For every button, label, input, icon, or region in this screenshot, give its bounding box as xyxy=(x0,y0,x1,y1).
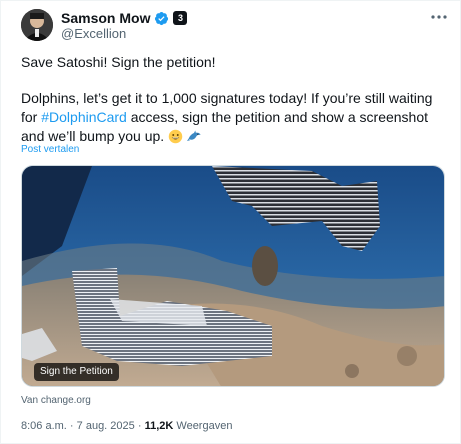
tweet-date[interactable]: 7 aug. 2025 xyxy=(77,420,135,432)
card-photo xyxy=(22,166,444,386)
meta-separator-2: · xyxy=(137,420,142,432)
author-name-row: Samson Mow 3 xyxy=(61,10,188,26)
more-options-icon[interactable] xyxy=(429,7,449,27)
views-label: Weergaven xyxy=(176,420,233,432)
grinning-face-icon xyxy=(168,129,183,144)
tweet-line-1: Save Satoshi! Sign the petition! xyxy=(21,54,216,70)
link-card[interactable]: Sign the Petition xyxy=(21,165,445,387)
hashtag-link[interactable]: #DolphinCard xyxy=(41,109,127,125)
tweet-text: Save Satoshi! Sign the petition! Dolphin… xyxy=(21,53,447,146)
tweet-time[interactable]: 8:06 a.m. xyxy=(21,420,67,432)
tweet-line-2: Dolphins, let’s get it to 1,000 signatur… xyxy=(21,89,447,146)
translate-post-link[interactable]: Post vertalen xyxy=(21,144,79,155)
author-avatar[interactable] xyxy=(21,9,53,41)
author-display-name[interactable]: Samson Mow xyxy=(61,10,150,26)
card-title-label[interactable]: Sign the Petition xyxy=(34,363,119,381)
tweet-meta: 8:06 a.m. · 7 aug. 2025 · 11,2K Weergave… xyxy=(21,420,232,432)
tweet-card: Samson Mow 3 @Excellion Save Satoshi! Si… xyxy=(0,0,461,444)
views-count[interactable]: 11,2K xyxy=(145,420,174,432)
affiliate-badge[interactable]: 3 xyxy=(173,11,188,25)
author-handle[interactable]: @Excellion xyxy=(61,26,126,41)
verified-badge-icon[interactable] xyxy=(154,11,169,26)
dolphin-icon xyxy=(186,130,201,141)
card-source-domain[interactable]: Van change.org xyxy=(21,395,91,406)
meta-separator-1: · xyxy=(69,420,74,432)
